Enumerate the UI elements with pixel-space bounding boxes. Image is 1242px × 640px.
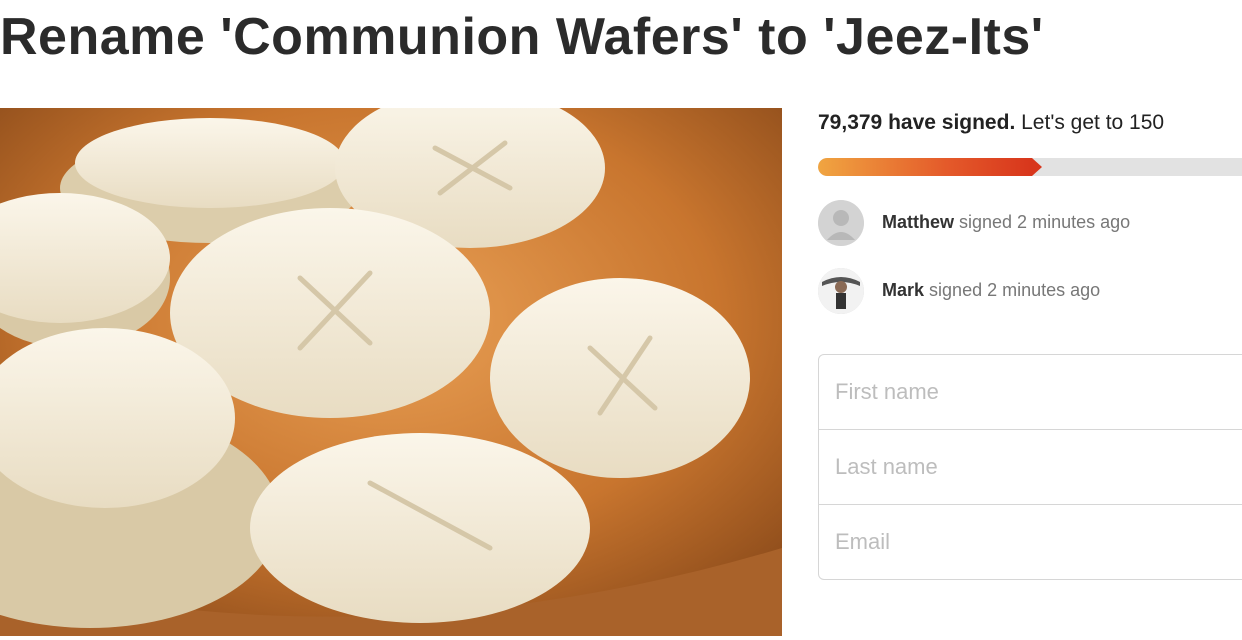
signature-progress-bar xyxy=(818,158,1242,176)
signer-text: Mark signed 2 minutes ago xyxy=(882,278,1100,302)
signer-name: Mark xyxy=(882,280,925,300)
last-name-input[interactable] xyxy=(835,430,1215,504)
signed-count-label: 79,379 have signed. xyxy=(818,111,1016,134)
first-name-field[interactable] xyxy=(818,354,1242,430)
signer-name: Matthew xyxy=(882,212,954,232)
petition-title: Rename 'Communion Wafers' to 'Jeez-Its' xyxy=(0,8,1044,66)
progress-fill xyxy=(818,158,1032,176)
email-field[interactable] xyxy=(818,504,1242,580)
recent-signer: Matthew signed 2 minutes ago xyxy=(818,200,1242,248)
email-input[interactable] xyxy=(835,505,1215,579)
signature-count: 79,379 have signed. Let's get to 150 xyxy=(818,108,1164,138)
communion-wafers-image xyxy=(0,108,782,636)
petition-photo xyxy=(0,108,782,636)
first-name-input[interactable] xyxy=(835,355,1215,429)
goal-label: Let's get to 150 xyxy=(1021,111,1165,134)
progress-arrow-tip xyxy=(1032,158,1042,176)
default-user-icon xyxy=(818,200,864,246)
recent-signer: Mark signed 2 minutes ago xyxy=(818,268,1242,316)
signer-action: signed 2 minutes ago xyxy=(929,280,1101,300)
last-name-field[interactable] xyxy=(818,429,1242,505)
petition-sidebar: 79,379 have signed. Let's get to 150 Mat… xyxy=(818,108,1242,640)
signer-text: Matthew signed 2 minutes ago xyxy=(882,210,1130,234)
signer-action: signed 2 minutes ago xyxy=(959,212,1131,232)
user-photo-avatar xyxy=(818,268,864,314)
